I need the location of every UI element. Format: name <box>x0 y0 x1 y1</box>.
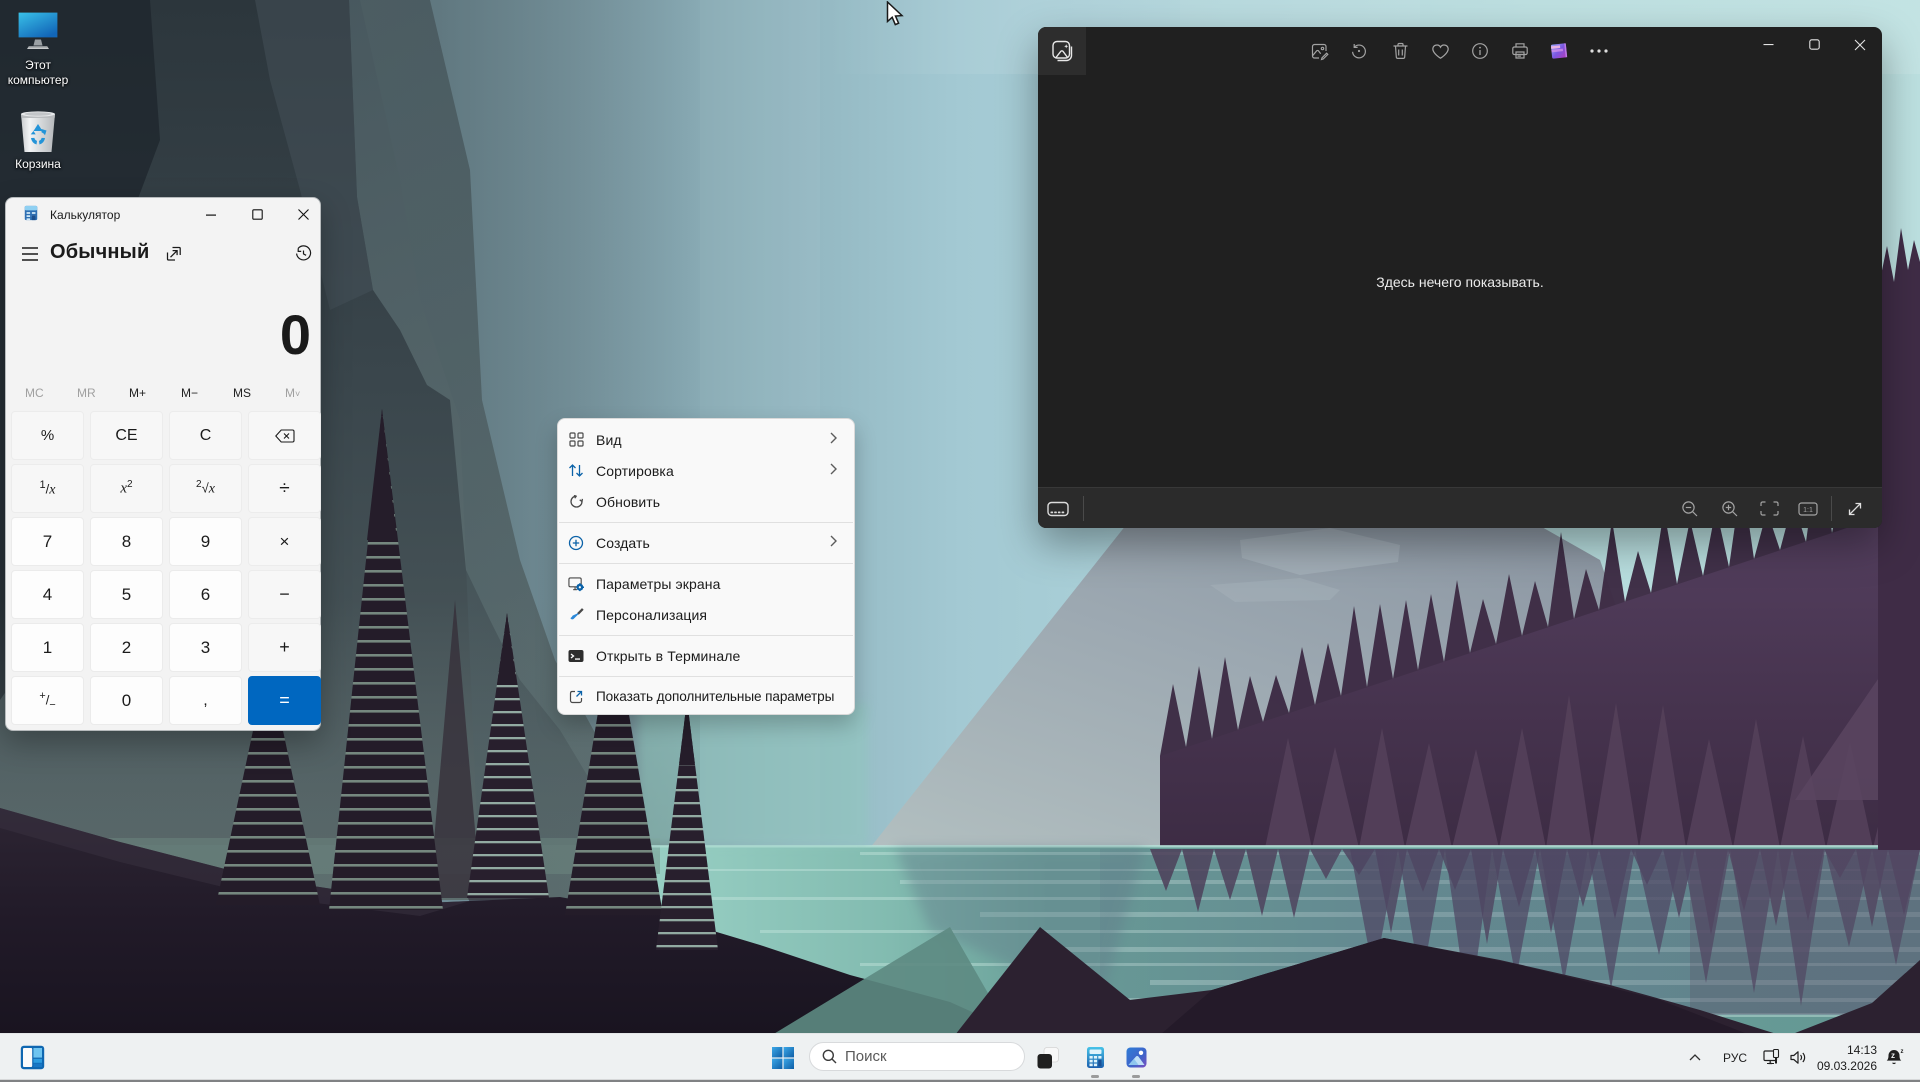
svg-text:1:1: 1:1 <box>1803 507 1813 514</box>
svg-text:z: z <box>1901 1049 1904 1055</box>
svg-text:z: z <box>1891 1051 1895 1060</box>
